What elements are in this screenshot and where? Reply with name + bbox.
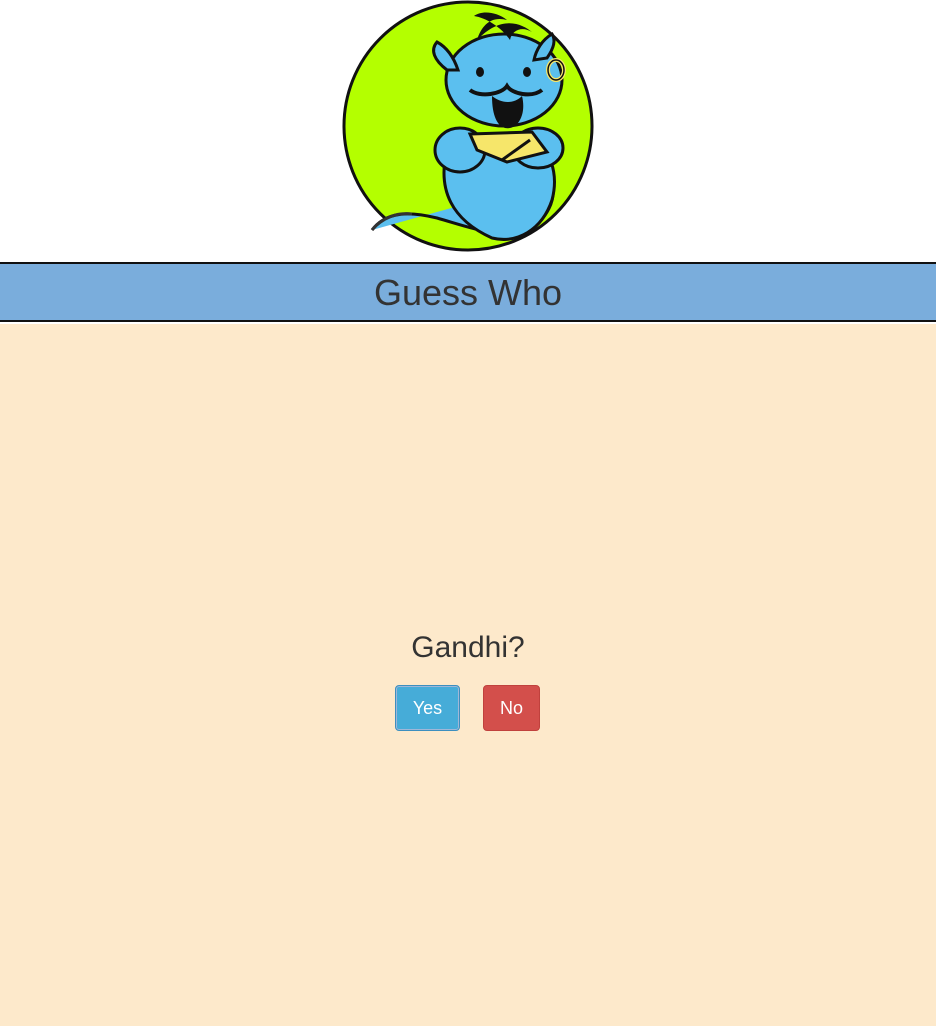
game-panel: Gandhi? Yes No (0, 324, 936, 1026)
no-button[interactable]: No (483, 685, 540, 731)
header-bar: Guess Who (0, 262, 936, 322)
logo-area (0, 0, 936, 262)
page-title: Guess Who (373, 272, 563, 313)
yes-button[interactable]: Yes (395, 685, 460, 731)
genie-logo-icon (342, 0, 594, 252)
question-text: Gandhi? (411, 631, 525, 664)
